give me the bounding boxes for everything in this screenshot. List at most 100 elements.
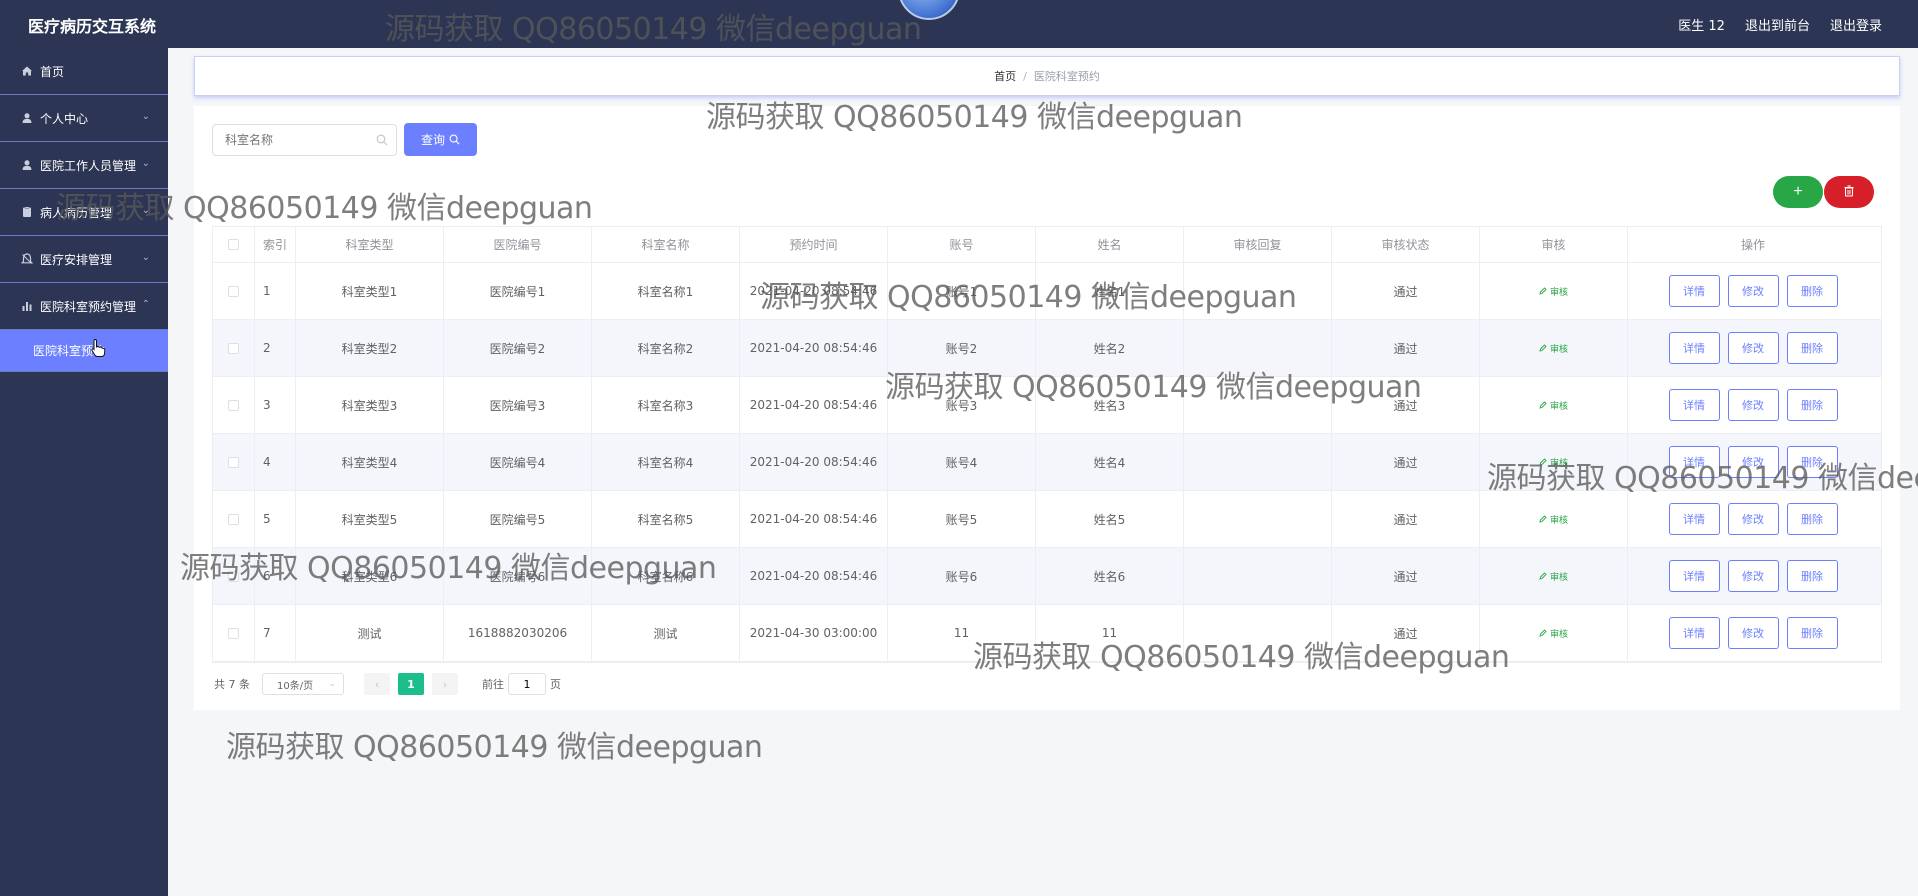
row-checkbox-cell[interactable] — [213, 263, 255, 319]
delete-button[interactable]: 删除 — [1786, 275, 1838, 307]
audit-label: 审核 — [1549, 344, 1568, 355]
cell-time: 2021-04-30 03:00:00 — [740, 605, 888, 661]
audit-link[interactable]: 审核 — [1539, 627, 1568, 640]
header-cell: 科室类型 — [296, 227, 444, 262]
row-checkbox-cell[interactable] — [213, 605, 255, 661]
row-checkbox-cell[interactable] — [213, 548, 255, 604]
add-button[interactable]: + — [1773, 176, 1823, 208]
cell-index: 6 — [255, 548, 296, 604]
cell-name: 姓名5 — [1036, 491, 1184, 547]
edit-button[interactable]: 修改 — [1727, 389, 1779, 421]
cell-dept-type: 科室类型3 — [296, 377, 444, 433]
row-checkbox-cell[interactable] — [213, 491, 255, 547]
current-user: 医生 12 — [1678, 19, 1725, 34]
cell-name: 姓名6 — [1036, 548, 1184, 604]
app-title: 医疗病历交互系统 — [28, 17, 157, 36]
audit-link[interactable]: 审核 — [1539, 570, 1568, 583]
sidebar-item-staff[interactable]: 医院工作人员管理 ⌄ — [0, 142, 168, 189]
detail-button[interactable]: 详情 — [1668, 332, 1720, 364]
cell-audit: 审核 — [1480, 320, 1628, 376]
delete-button[interactable]: 删除 — [1786, 332, 1838, 364]
detail-button[interactable]: 详情 — [1668, 617, 1720, 649]
detail-button[interactable]: 详情 — [1668, 446, 1720, 478]
sidebar-item-medical-arrangement[interactable]: 医疗安排管理 ⌄ — [0, 236, 168, 283]
delete-button[interactable]: 删除 — [1786, 389, 1838, 421]
cell-audit: 审核 — [1480, 263, 1628, 319]
row-checkbox[interactable] — [228, 570, 239, 582]
cell-reply — [1184, 548, 1332, 604]
batch-delete-button[interactable] — [1824, 176, 1874, 208]
search-input[interactable] — [213, 125, 373, 155]
delete-button[interactable]: 删除 — [1786, 503, 1838, 535]
edit-button[interactable]: 修改 — [1727, 446, 1779, 478]
logout-link[interactable]: 退出登录 — [1830, 15, 1882, 34]
top-actions: 医生 12 退出到前台 退出登录 — [1678, 15, 1882, 34]
row-checkbox[interactable] — [228, 399, 239, 411]
header-checkbox-cell[interactable] — [213, 227, 255, 262]
cell-operations: 详情 修改 删除 — [1628, 320, 1878, 376]
row-checkbox[interactable] — [228, 456, 239, 468]
sidebar-item-label: 医疗安排管理 — [40, 252, 113, 267]
audit-link[interactable]: 审核 — [1539, 285, 1568, 298]
query-button[interactable]: 查询 — [404, 123, 477, 156]
sidebar-item-label: 个人中心 — [40, 111, 89, 126]
edit-button[interactable]: 修改 — [1727, 332, 1779, 364]
edit-button[interactable]: 修改 — [1727, 503, 1779, 535]
cell-hospital-no: 1618882030206 — [444, 605, 592, 661]
row-checkbox[interactable] — [228, 342, 239, 354]
goto-page-input[interactable] — [508, 673, 546, 695]
row-checkbox[interactable] — [228, 285, 239, 297]
cell-name: 姓名4 — [1036, 434, 1184, 490]
sidebar-item-personal-center[interactable]: 个人中心 ⌄ — [0, 95, 168, 142]
audit-link[interactable]: 审核 — [1539, 456, 1568, 469]
row-checkbox-cell[interactable] — [213, 377, 255, 433]
edit-button[interactable]: 修改 — [1727, 617, 1779, 649]
row-checkbox-cell[interactable] — [213, 320, 255, 376]
cell-hospital-no: 医院编号5 — [444, 491, 592, 547]
cell-index: 2 — [255, 320, 296, 376]
cell-dept-name: 测试 — [592, 605, 740, 661]
cell-time: 2021-04-20 08:54:46 — [740, 263, 888, 319]
edit-button[interactable]: 修改 — [1727, 275, 1779, 307]
audit-link[interactable]: 审核 — [1539, 513, 1568, 526]
breadcrumb-home[interactable]: 首页 — [994, 68, 1016, 84]
detail-button[interactable]: 详情 — [1668, 560, 1720, 592]
sidebar-item-patient-records[interactable]: 病人病历管理 ⌄ — [0, 189, 168, 236]
edit-icon — [1539, 401, 1547, 409]
delete-button[interactable]: 删除 — [1786, 560, 1838, 592]
page-size-select[interactable]: 10条/页 ⌄ — [262, 673, 344, 695]
exit-to-front-link[interactable]: 退出到前台 — [1745, 15, 1810, 34]
next-page-button[interactable]: › — [432, 673, 458, 695]
cell-reply — [1184, 320, 1332, 376]
goto-prefix: 前往 — [482, 678, 504, 691]
breadcrumb-current: 医院科室预约 — [1033, 70, 1100, 83]
row-checkbox[interactable] — [228, 513, 239, 525]
detail-button[interactable]: 详情 — [1668, 503, 1720, 535]
select-all-checkbox[interactable] — [228, 239, 239, 250]
cell-name: 11 — [1036, 605, 1184, 661]
cell-reply — [1184, 377, 1332, 433]
row-checkbox-cell[interactable] — [213, 434, 255, 490]
sidebar-item-dept-appointment[interactable]: 医院科室预约管理 ⌃ — [0, 283, 168, 330]
row-checkbox[interactable] — [228, 627, 239, 639]
sidebar-subitem-dept-appointment[interactable]: 医院科室预约 — [0, 330, 168, 372]
prev-page-button[interactable]: ‹ — [364, 673, 390, 695]
sidebar-item-home[interactable]: 首页 — [0, 48, 168, 95]
delete-button[interactable]: 删除 — [1786, 617, 1838, 649]
cell-operations: 详情 修改 删除 — [1628, 605, 1878, 661]
edit-icon — [1539, 344, 1547, 352]
cell-account: 账号3 — [888, 377, 1036, 433]
detail-button[interactable]: 详情 — [1668, 275, 1720, 307]
audit-link[interactable]: 审核 — [1539, 342, 1568, 355]
search-field[interactable] — [212, 124, 397, 156]
globe-logo-icon — [898, 0, 960, 20]
edit-button[interactable]: 修改 — [1727, 560, 1779, 592]
sidebar-item-label: 医院科室预约管理 — [40, 299, 137, 314]
audit-link[interactable]: 审核 — [1539, 399, 1568, 412]
chevron-up-icon: ⌃ — [141, 299, 150, 310]
delete-button[interactable]: 删除 — [1786, 446, 1838, 478]
cell-status: 通过 — [1332, 434, 1480, 490]
page-number-current[interactable]: 1 — [398, 673, 424, 695]
table-row: 3 科室类型3 医院编号3 科室名称3 2021-04-20 08:54:46 账号3 姓名… — [213, 377, 1881, 434]
detail-button[interactable]: 详情 — [1668, 389, 1720, 421]
